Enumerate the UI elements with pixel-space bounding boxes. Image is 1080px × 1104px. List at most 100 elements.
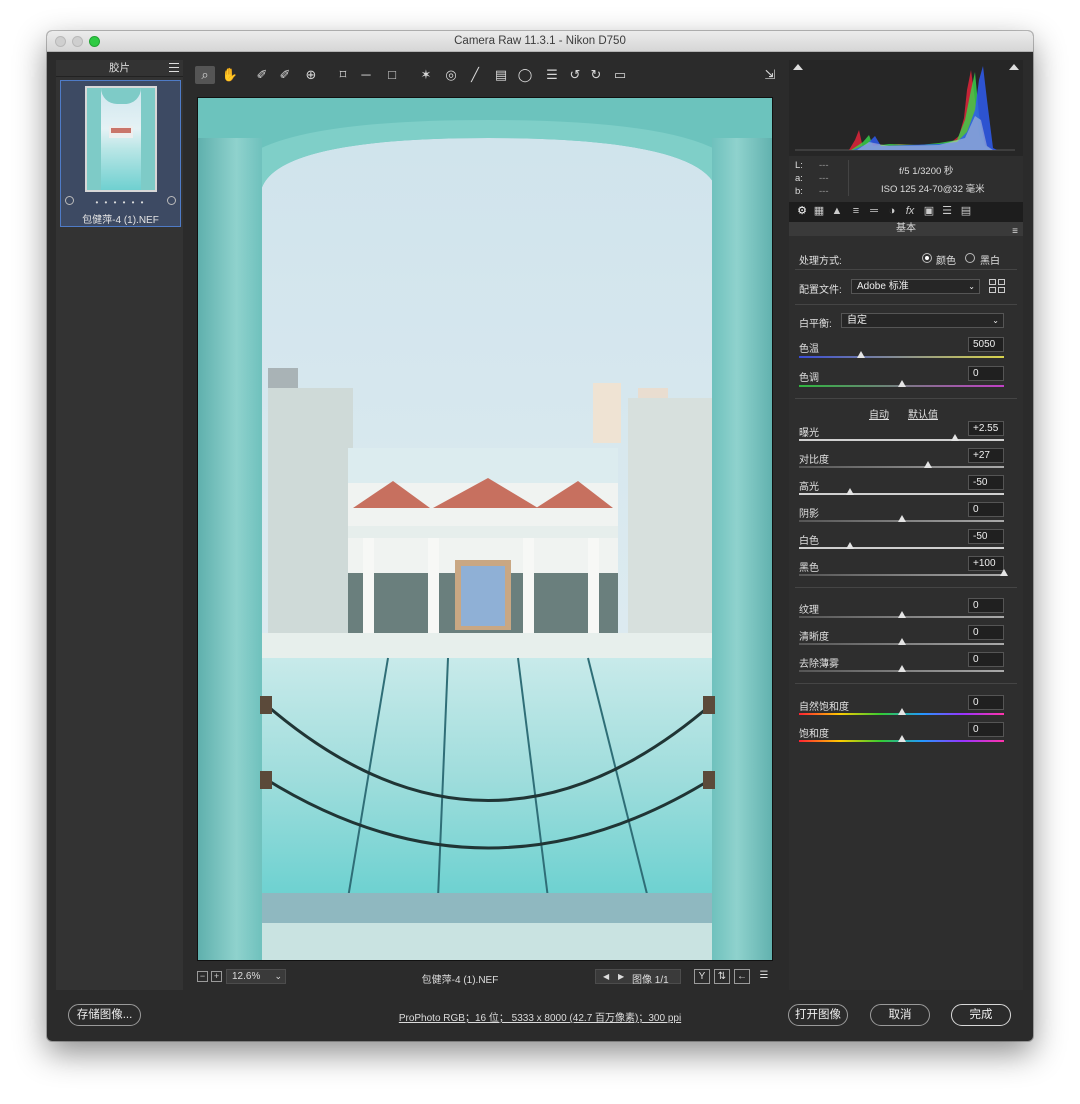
- detail-tab-icon[interactable]: ▲: [830, 204, 844, 219]
- white-balance-icon[interactable]: ✐: [252, 66, 272, 84]
- camera-raw-window: Camera Raw 11.3.1 - Nikon D750 胶片 • • • …: [47, 31, 1033, 1041]
- blacks-slider-handle[interactable]: [1000, 569, 1008, 576]
- whites-track[interactable]: [799, 547, 1004, 549]
- contrast-slider-handle[interactable]: [924, 461, 933, 468]
- image-preview[interactable]: [197, 97, 773, 961]
- treatment-color-radio[interactable]: [922, 253, 932, 263]
- cancel-button[interactable]: 取消: [870, 1004, 930, 1026]
- exposure-slider-handle[interactable]: [950, 434, 959, 441]
- auto-link[interactable]: 自动: [869, 406, 889, 421]
- highlights-track[interactable]: [799, 493, 1004, 495]
- zoom-icon[interactable]: ⌕: [195, 66, 215, 84]
- shadows-slider-handle[interactable]: [897, 515, 906, 522]
- temp-value-field[interactable]: 5050: [968, 337, 1004, 352]
- rating-dots[interactable]: • • • • • •: [61, 198, 180, 207]
- clarity-value-field[interactable]: 0: [968, 625, 1004, 640]
- preview-footer: − + 12.6% ⌄ 包健萍-4 (1).NEF ◀ ▶ 图像 1/1 Y ⇅…: [190, 968, 780, 986]
- radial-filter-icon[interactable]: ◯: [515, 66, 535, 84]
- saturation-value-field[interactable]: 0: [968, 722, 1004, 737]
- adjustment-panel: L: --- a: --- b: --- f/5 1/3200 秒 ISO 12…: [789, 60, 1023, 990]
- preferences-icon[interactable]: ☰: [542, 66, 562, 84]
- open-image-button[interactable]: 打开图像: [788, 1004, 848, 1026]
- treatment-bw-label: 黑白: [980, 256, 1000, 267]
- rotate-cw-icon[interactable]: ↻: [586, 66, 606, 84]
- blacks-value-field[interactable]: +100: [968, 556, 1004, 571]
- saturation-slider-handle[interactable]: [897, 735, 906, 742]
- chevron-down-icon: ⌄: [992, 316, 999, 325]
- highlights-slider-handle[interactable]: [846, 488, 855, 495]
- tone-curve-tab-icon[interactable]: ▦: [812, 204, 826, 219]
- profile-browser-icon[interactable]: [989, 279, 1006, 294]
- rgb-readout: L: --- a: --- b: --- f/5 1/3200 秒 ISO 12…: [789, 156, 1023, 200]
- profile-label: 配置文件:: [799, 285, 842, 296]
- temp-slider-handle[interactable]: [856, 351, 865, 358]
- zoom-in-button[interactable]: +: [211, 971, 222, 982]
- basic-tab-icon[interactable]: ⚙: [795, 204, 809, 219]
- temp-track[interactable]: [799, 356, 1004, 358]
- filmstrip-menu-icon[interactable]: [169, 60, 179, 72]
- histogram-graph: [795, 66, 1015, 151]
- zoom-level-select[interactable]: 12.6% ⌄: [226, 969, 286, 984]
- before-after-icon[interactable]: Y: [694, 969, 710, 984]
- color-sampler-icon[interactable]: ✐: [275, 66, 295, 84]
- whites-value-field[interactable]: -50: [968, 529, 1004, 544]
- split-toning-tab-icon[interactable]: ═: [867, 204, 881, 219]
- texture-value-field[interactable]: 0: [968, 598, 1004, 613]
- white-balance-select[interactable]: 自定 ⌄: [841, 313, 1004, 328]
- contrast-value-field[interactable]: +27: [968, 448, 1004, 463]
- dehaze-value-field[interactable]: 0: [968, 652, 1004, 667]
- highlights-label: 高光: [799, 482, 819, 493]
- blacks-track[interactable]: [799, 574, 1004, 576]
- hand-icon[interactable]: ✋: [220, 66, 240, 84]
- presets-tab-icon[interactable]: ☰: [940, 204, 954, 219]
- straighten-icon[interactable]: ─: [356, 66, 376, 84]
- section-menu-icon[interactable]: ≡: [1012, 225, 1018, 239]
- contrast-track[interactable]: [799, 466, 1004, 468]
- readout-a-value: ---: [819, 173, 829, 184]
- vibrance-value-field[interactable]: 0: [968, 695, 1004, 710]
- hsl-tab-icon[interactable]: ≡: [849, 204, 863, 219]
- adjustment-brush-icon[interactable]: ╱: [465, 66, 485, 84]
- done-button[interactable]: 完成: [951, 1004, 1011, 1026]
- targeted-adjustment-icon[interactable]: ⊕: [301, 66, 321, 84]
- tint-label: 色调: [799, 373, 819, 384]
- open-in-photoshop-icon[interactable]: ⇲: [760, 66, 780, 84]
- snapshots-tab-icon[interactable]: ▤: [959, 204, 973, 219]
- default-link[interactable]: 默认值: [908, 406, 938, 421]
- exposure-value-field[interactable]: +2.55: [968, 421, 1004, 436]
- rotate-ccw-icon[interactable]: ↺: [565, 66, 585, 84]
- transform-icon[interactable]: □: [382, 66, 402, 84]
- copy-settings-icon[interactable]: ←: [734, 969, 750, 984]
- filmstrip-panel: 胶片 • • • • • • 包健萍-4 (1).NEF: [56, 60, 183, 990]
- clarity-label: 清晰度: [799, 632, 829, 643]
- spot-removal-icon[interactable]: ✶: [416, 66, 436, 84]
- texture-slider-handle[interactable]: [897, 611, 906, 618]
- treatment-bw-radio[interactable]: [965, 253, 975, 263]
- tint-value-field[interactable]: 0: [968, 366, 1004, 381]
- shadows-value-field[interactable]: 0: [968, 502, 1004, 517]
- calibration-tab-icon[interactable]: ▣: [922, 204, 936, 219]
- image-navigator: ◀ ▶ 图像 1/1: [595, 969, 681, 986]
- clarity-slider-handle[interactable]: [897, 638, 906, 645]
- effects-tab-icon[interactable]: fx: [903, 204, 917, 219]
- exposure-track[interactable]: [799, 439, 1004, 441]
- zoom-out-button[interactable]: −: [197, 971, 208, 982]
- profile-select[interactable]: Adobe 标准 ⌄: [851, 279, 980, 294]
- highlights-value-field[interactable]: -50: [968, 475, 1004, 490]
- treatment-color-label: 颜色: [936, 256, 956, 267]
- trash-icon[interactable]: ▭: [610, 66, 630, 84]
- swap-icon[interactable]: ⇅: [714, 969, 730, 984]
- filmstrip-thumbnail[interactable]: • • • • • • 包健萍-4 (1).NEF: [60, 80, 181, 227]
- next-image-icon[interactable]: ▶: [618, 972, 624, 981]
- lens-corrections-tab-icon[interactable]: ◑: [885, 204, 899, 219]
- exposure-label: 曝光: [799, 428, 819, 439]
- graduated-filter-icon[interactable]: ▤: [491, 66, 511, 84]
- crop-icon[interactable]: ⌑: [333, 66, 353, 84]
- workflow-settings-icon[interactable]: ☰: [756, 969, 772, 984]
- tint-slider-handle[interactable]: [897, 380, 906, 387]
- red-eye-icon[interactable]: ◎: [441, 66, 461, 84]
- previous-image-icon[interactable]: ◀: [603, 972, 609, 981]
- whites-slider-handle[interactable]: [846, 542, 855, 549]
- vibrance-slider-handle[interactable]: [897, 708, 906, 715]
- dehaze-slider-handle[interactable]: [897, 665, 906, 672]
